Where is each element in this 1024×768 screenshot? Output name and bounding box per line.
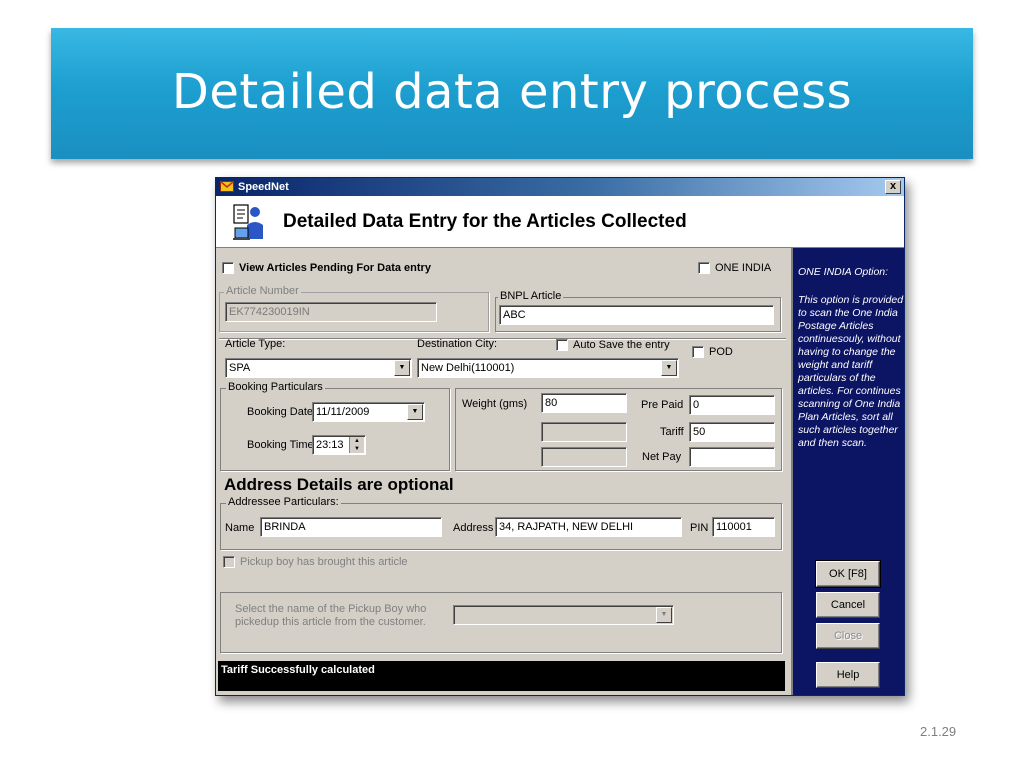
article-type-label: Article Type: [225,338,286,350]
separator [219,338,786,340]
help-button[interactable]: Help [816,662,880,688]
booking-time-label: Booking Time [247,439,314,451]
spinner-arrows-icon[interactable]: ▲ ▼ [349,437,364,453]
chevron-down-icon[interactable]: ▼ [661,360,677,376]
close-icon[interactable]: x [885,180,901,194]
prepaid-label: Pre Paid [641,399,684,411]
view-pending-label: View Articles Pending For Data entry [239,262,431,274]
name-field[interactable]: BRINDA [260,517,442,537]
prepaid-field[interactable]: 0 [689,395,775,415]
calendar-dropdown-icon[interactable]: ▼ [407,404,423,420]
address-field[interactable]: 34, RAJPATH, NEW DELHI [495,517,682,537]
netpay-label: Net Pay [642,451,682,463]
article-type-select[interactable]: SPA ▼ [225,358,412,378]
status-message: Tariff Successfully calculated [221,664,375,676]
window-titlebar[interactable]: SpeedNet x [216,178,904,196]
speednet-dialog: SpeedNet x Detailed Data Entry for the A… [215,177,905,696]
destination-select[interactable]: New Delhi(110001) ▼ [417,358,679,378]
ok-button[interactable]: OK [F8] [815,560,881,588]
pod-checkbox[interactable] [692,346,704,358]
booking-date-value: 11/11/2009 [316,406,370,418]
addressee-group-label: Addressee Particulars: [226,496,341,508]
weight-extra-field-2 [541,447,627,467]
booking-time-spinner[interactable]: 23:13 ▲ ▼ [312,435,366,455]
booking-date-label: Booking Date [247,406,314,418]
pickup-label: Pickup boy has brought this article [240,556,408,568]
dialog-heading: Detailed Data Entry for the Articles Col… [283,211,687,232]
panel-title: ONE INDIA Option: [798,266,889,278]
pin-label: PIN [690,522,709,534]
envelope-icon [220,181,234,192]
address-label: Address [453,522,494,534]
cancel-button[interactable]: Cancel [816,592,880,618]
booking-date-picker[interactable]: 11/11/2009 ▼ [312,402,425,422]
slide-title: Detailed data entry process [171,64,853,120]
bnpl-field[interactable]: ABC [499,305,774,325]
data-entry-person-icon [233,204,263,240]
window-title: SpeedNet [238,181,289,193]
booking-group-label: Booking Particulars [226,381,325,393]
pickup-select-label: Select the name of the Pickup Boy who pi… [235,603,427,628]
panel-text: This option is provided to scan the One … [798,294,904,449]
pickup-boy-select[interactable]: ▼ [453,605,674,625]
dialog-header: Detailed Data Entry for the Articles Col… [216,196,904,248]
name-label: Name [225,522,255,534]
destination-value: New Delhi(110001) [421,362,515,374]
pod-label: POD [709,346,733,358]
close-button[interactable]: Close [816,623,880,649]
pickup-checkbox[interactable] [223,556,235,568]
netpay-field[interactable] [689,447,775,467]
tariff-field[interactable]: 50 [689,422,775,442]
chevron-down-icon[interactable]: ▼ [656,607,672,623]
auto-save-checkbox[interactable] [556,339,568,351]
article-type-value: SPA [229,362,251,374]
weight-label: Weight (gms) [462,398,528,410]
auto-save-label: Auto Save the entry [573,339,670,351]
one-india-label: ONE INDIA [715,262,772,274]
destination-label: Destination City: [417,338,498,350]
bnpl-label: BNPL Article [498,290,564,302]
address-heading: Address Details are optional [224,475,454,494]
status-bar: Tariff Successfully calculated [218,661,785,691]
slide-title-banner: Detailed data entry process [51,28,973,159]
weight-field[interactable]: 80 [541,393,627,413]
view-pending-checkbox[interactable] [222,262,234,274]
booking-time-value: 23:13 [316,439,344,451]
article-number-label: Article Number [224,285,301,297]
one-india-checkbox[interactable] [698,262,710,274]
article-number-field[interactable]: EK774230019IN [225,302,437,322]
weight-extra-field-1 [541,422,627,442]
booking-group [220,388,450,471]
tariff-label: Tariff [660,426,684,438]
slide-number: 2.1.29 [920,724,957,739]
chevron-down-icon[interactable]: ▼ [394,360,410,376]
pin-field[interactable]: 110001 [712,517,775,537]
